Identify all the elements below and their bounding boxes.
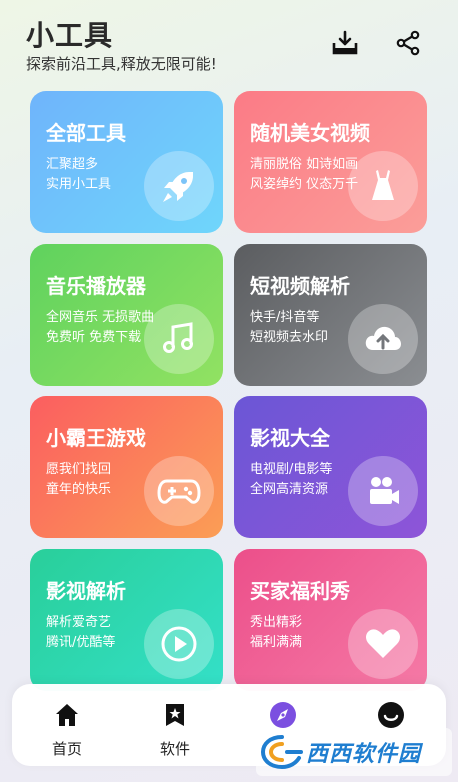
bookmark-star-icon <box>161 701 189 729</box>
card-desc: 秀出精彩 福利满满 <box>250 613 302 653</box>
card-desc: 全网音乐 无损歌曲 免费听 免费下载 <box>46 308 154 348</box>
share-icon <box>396 30 420 56</box>
card-title: 小霸王游戏 <box>46 426 146 450</box>
card-desc-line: 秀出精彩 <box>250 615 303 630</box>
download-button[interactable] <box>330 28 360 58</box>
smiley-face-icon <box>377 701 405 729</box>
share-button[interactable] <box>393 28 423 58</box>
heart-icon <box>348 609 418 679</box>
card-desc: 清丽脱俗 如诗如画 风姿绰约 仪态万千 <box>250 155 358 195</box>
card-desc-line: 愿我们找回 <box>46 462 112 477</box>
tab-label: 首页 <box>51 740 82 758</box>
card-desc-line: 解析爱奇艺 <box>46 615 112 630</box>
card-music-player[interactable]: 音乐播放器 全网音乐 无损歌曲 免费听 免费下载 <box>30 244 223 386</box>
app-header: 小工具 探索前沿工具,释放无限可能! <box>0 0 458 90</box>
card-desc: 快手/抖音等 短视频去水印 <box>250 308 328 348</box>
site-watermark: 西西软件园 <box>256 728 452 776</box>
card-desc: 汇聚超多 实用小工具 <box>46 155 111 195</box>
page-subtitle: 探索前沿工具,释放无限可能! <box>26 55 217 73</box>
cr173-logo <box>260 735 303 770</box>
card-desc: 电视剧/电影等 全网高清资源 <box>250 460 332 500</box>
rocket-icon <box>144 151 214 221</box>
card-desc-line: 汇聚超多 <box>46 157 99 172</box>
card-title: 全部工具 <box>46 121 126 145</box>
home-icon <box>53 701 81 729</box>
tab-software[interactable]: 软件 <box>130 684 220 766</box>
card-video-parse[interactable]: 影视解析 解析爱奇艺 腾讯/优酷等 <box>30 549 223 691</box>
card-title: 买家福利秀 <box>250 579 350 603</box>
card-short-video-parse[interactable]: 短视频解析 快手/抖音等 短视频去水印 <box>234 244 427 386</box>
card-desc-line: 福利满满 <box>250 635 303 650</box>
play-icon <box>144 609 214 679</box>
card-desc-line: 电视剧/电影等 <box>250 462 333 477</box>
card-desc-line: 清丽脱俗 如诗如画 <box>250 157 359 172</box>
page-title: 小工具 <box>26 19 114 52</box>
card-title: 音乐播放器 <box>46 274 146 298</box>
tab-label: 软件 <box>159 740 190 758</box>
card-desc-line: 腾讯/优酷等 <box>46 635 116 650</box>
card-random-video[interactable]: 随机美女视频 清丽脱俗 如诗如画 风姿绰约 仪态万千 <box>234 91 427 233</box>
card-title: 影视大全 <box>250 426 330 450</box>
compass-icon <box>269 701 297 729</box>
card-movies[interactable]: 影视大全 电视剧/电影等 全网高清资源 <box>234 396 427 538</box>
dress-icon <box>348 151 418 221</box>
card-desc-line: 短视频去水印 <box>250 330 329 345</box>
card-desc: 愿我们找回 童年的快乐 <box>46 460 111 500</box>
card-retro-games[interactable]: 小霸王游戏 愿我们找回 童年的快乐 <box>30 396 223 538</box>
card-desc-line: 风姿绰约 仪态万千 <box>250 177 359 192</box>
download-tray-icon <box>332 30 358 55</box>
card-desc-line: 全网音乐 无损歌曲 <box>46 310 155 325</box>
tab-home[interactable]: 首页 <box>22 684 112 766</box>
card-desc-line: 全网高清资源 <box>250 482 329 497</box>
gamepad-icon <box>144 456 214 526</box>
card-desc: 解析爱奇艺 腾讯/优酷等 <box>46 613 115 653</box>
card-title: 随机美女视频 <box>250 121 370 145</box>
video-camera-icon <box>348 456 418 526</box>
watermark-text: 西西软件园 <box>306 742 422 767</box>
cloud-upload-icon <box>348 304 418 374</box>
card-desc-line: 快手/抖音等 <box>250 310 320 325</box>
card-all-tools[interactable]: 全部工具 汇聚超多 实用小工具 <box>30 91 223 233</box>
card-buyer-show[interactable]: 买家福利秀 秀出精彩 福利满满 <box>234 549 427 691</box>
music-note-icon <box>144 304 214 374</box>
card-desc-line: 童年的快乐 <box>46 482 112 497</box>
card-desc-line: 免费听 免费下载 <box>46 330 142 345</box>
card-title: 影视解析 <box>46 579 126 603</box>
card-title: 短视频解析 <box>250 274 350 298</box>
card-desc-line: 实用小工具 <box>46 177 112 192</box>
